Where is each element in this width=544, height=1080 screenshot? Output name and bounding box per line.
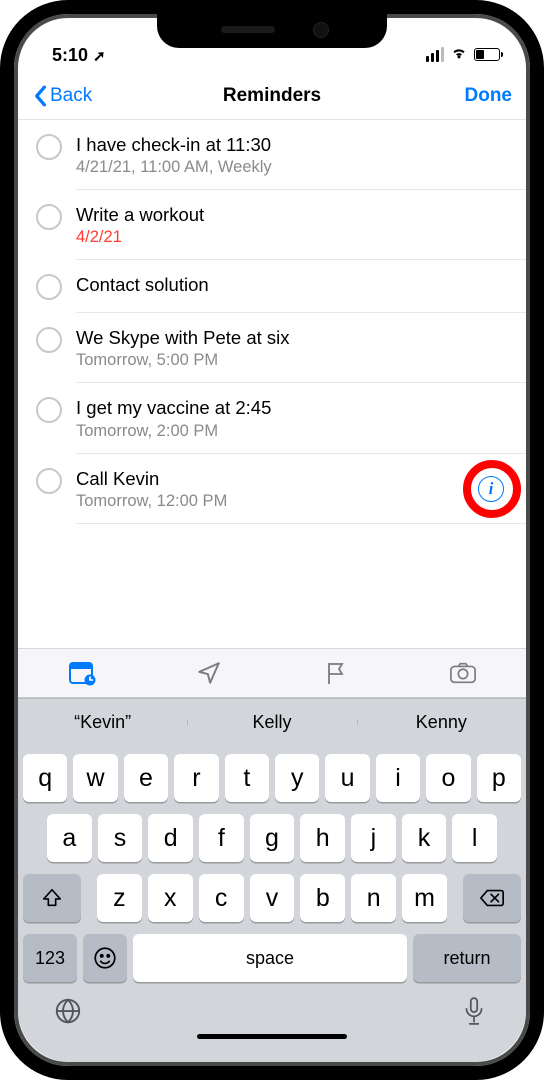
reminder-subtitle: Tomorrow, 5:00 PM bbox=[76, 351, 508, 370]
completion-radio[interactable] bbox=[36, 327, 62, 353]
number-key[interactable]: 123 bbox=[23, 934, 77, 982]
space-key[interactable]: space bbox=[133, 934, 407, 982]
key-l[interactable]: l bbox=[452, 814, 497, 862]
reminder-title: We Skype with Pete at six bbox=[76, 326, 508, 349]
keyboard: qwertyuiop asdfghjkl zxcvbnm 123 space r… bbox=[18, 746, 526, 1062]
completion-radio[interactable] bbox=[36, 274, 62, 300]
key-t[interactable]: t bbox=[225, 754, 269, 802]
status-time: 5:10 ➚ bbox=[52, 45, 106, 66]
device-notch bbox=[157, 14, 387, 48]
completion-radio[interactable] bbox=[36, 134, 62, 160]
key-r[interactable]: r bbox=[174, 754, 218, 802]
key-m[interactable]: m bbox=[402, 874, 447, 922]
done-button[interactable]: Done bbox=[465, 85, 513, 107]
info-button[interactable]: i bbox=[478, 476, 504, 502]
emoji-key[interactable] bbox=[83, 934, 127, 982]
dictation-icon[interactable] bbox=[461, 996, 491, 1026]
key-i[interactable]: i bbox=[376, 754, 420, 802]
reminder-title: I have check-in at 11:30 bbox=[76, 133, 508, 156]
toolbar-flag-icon[interactable] bbox=[322, 659, 350, 687]
key-a[interactable]: a bbox=[47, 814, 92, 862]
reminder-row[interactable]: Contact solution bbox=[18, 260, 526, 313]
reminder-row[interactable]: We Skype with Pete at six Tomorrow, 5:00 … bbox=[18, 313, 526, 383]
cellular-signal-icon bbox=[426, 47, 444, 62]
back-button[interactable]: Back bbox=[32, 85, 92, 107]
wifi-icon bbox=[450, 43, 468, 66]
volume-up-button bbox=[0, 230, 6, 292]
suggestion-1[interactable]: “Kevin” bbox=[18, 712, 187, 733]
key-v[interactable]: v bbox=[250, 874, 295, 922]
reminder-row[interactable]: Call Kevin Tomorrow, 12:00 PMi bbox=[18, 454, 526, 524]
reminder-row[interactable]: I get my vaccine at 2:45 Tomorrow, 2:00 P… bbox=[18, 383, 526, 453]
reminder-title: Contact solution bbox=[76, 273, 508, 296]
reminder-title: I get my vaccine at 2:45 bbox=[76, 396, 508, 419]
key-s[interactable]: s bbox=[98, 814, 143, 862]
reminder-subtitle: Tomorrow, 2:00 PM bbox=[76, 422, 508, 441]
reminder-row[interactable]: I have check-in at 11:30 4/21/21, 11:00 A… bbox=[18, 120, 526, 190]
completion-radio[interactable] bbox=[36, 397, 62, 423]
reminder-subtitle: 4/2/21 bbox=[76, 228, 508, 247]
home-indicator[interactable] bbox=[23, 1028, 521, 1054]
toolbar-camera-icon[interactable] bbox=[449, 659, 477, 687]
key-d[interactable]: d bbox=[148, 814, 193, 862]
suggestion-2[interactable]: Kelly bbox=[187, 712, 356, 733]
key-e[interactable]: e bbox=[124, 754, 168, 802]
key-o[interactable]: o bbox=[426, 754, 470, 802]
key-b[interactable]: b bbox=[300, 874, 345, 922]
toolbar-calendar-icon[interactable] bbox=[68, 659, 96, 687]
page-title: Reminders bbox=[18, 85, 526, 107]
key-h[interactable]: h bbox=[300, 814, 345, 862]
key-y[interactable]: y bbox=[275, 754, 319, 802]
quicktype-bar: “Kevin” Kelly Kenny bbox=[18, 698, 526, 746]
editing-toolbar bbox=[18, 648, 526, 698]
key-x[interactable]: x bbox=[148, 874, 193, 922]
reminder-title: Call Kevin bbox=[76, 467, 508, 490]
nav-bar: Back Reminders Done bbox=[18, 72, 526, 120]
delete-key[interactable] bbox=[463, 874, 521, 922]
reminder-subtitle: Tomorrow, 12:00 PM bbox=[76, 492, 508, 511]
key-k[interactable]: k bbox=[402, 814, 447, 862]
key-c[interactable]: c bbox=[199, 874, 244, 922]
reminder-subtitle: 4/21/21, 11:00 AM, Weekly bbox=[76, 158, 508, 177]
key-u[interactable]: u bbox=[325, 754, 369, 802]
reminders-list: I have check-in at 11:30 4/21/21, 11:00 A… bbox=[18, 120, 526, 648]
back-label: Back bbox=[50, 85, 92, 107]
return-key[interactable]: return bbox=[413, 934, 521, 982]
suggestion-3[interactable]: Kenny bbox=[357, 712, 526, 733]
key-f[interactable]: f bbox=[199, 814, 244, 862]
completion-radio[interactable] bbox=[36, 204, 62, 230]
key-w[interactable]: w bbox=[73, 754, 117, 802]
chevron-left-icon bbox=[32, 85, 48, 107]
key-q[interactable]: q bbox=[23, 754, 67, 802]
battery-icon bbox=[474, 48, 500, 61]
volume-down-button bbox=[0, 310, 6, 372]
globe-icon[interactable] bbox=[53, 996, 83, 1026]
key-g[interactable]: g bbox=[250, 814, 295, 862]
shift-key[interactable] bbox=[23, 874, 81, 922]
reminder-row[interactable]: Write a workout 4/2/21 bbox=[18, 190, 526, 260]
completion-radio[interactable] bbox=[36, 468, 62, 494]
mute-switch bbox=[0, 170, 6, 204]
key-n[interactable]: n bbox=[351, 874, 396, 922]
key-j[interactable]: j bbox=[351, 814, 396, 862]
toolbar-location-icon[interactable] bbox=[195, 659, 223, 687]
power-button bbox=[538, 250, 544, 346]
reminder-title: Write a workout bbox=[76, 203, 508, 226]
key-z[interactable]: z bbox=[97, 874, 142, 922]
key-p[interactable]: p bbox=[477, 754, 521, 802]
